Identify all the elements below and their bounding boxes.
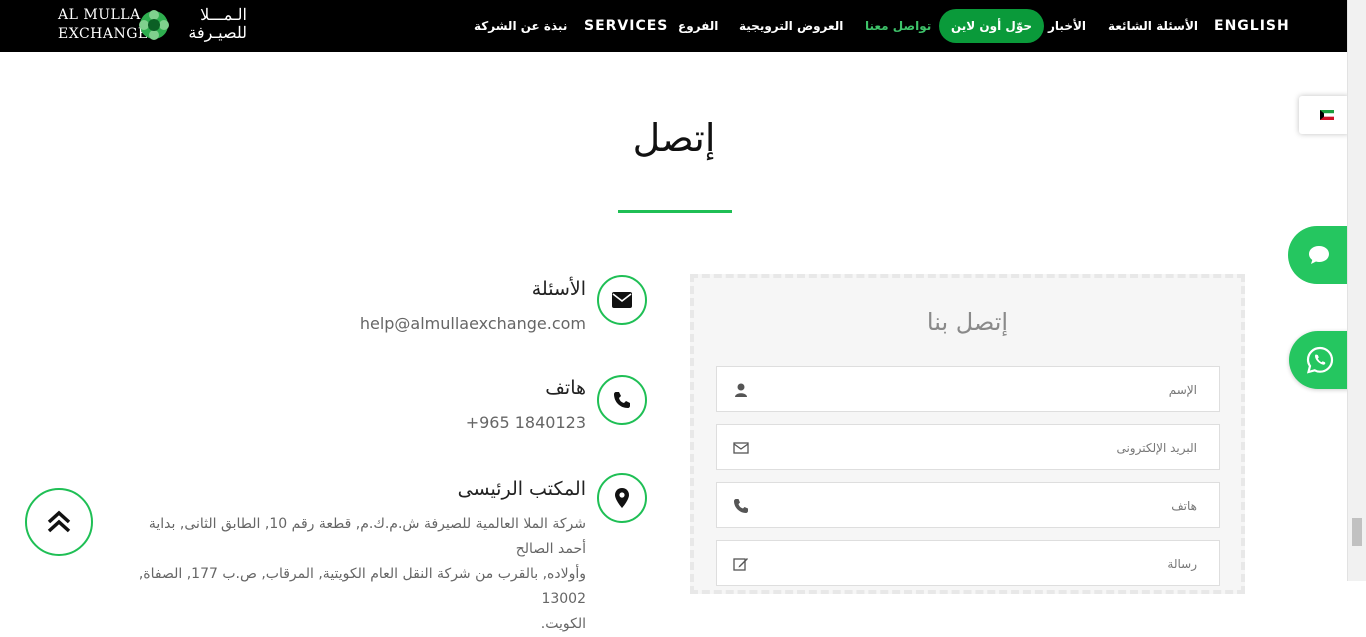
nav-about[interactable]: نبذة عن الشركة: [474, 9, 567, 43]
form-heading: إتصل بنا: [926, 308, 1009, 336]
office-info: المكتب الرئيسى شركة الملا العالمية للصير…: [136, 478, 586, 637]
nav-services[interactable]: SERVICES: [584, 9, 668, 43]
email-title: الأسئلة: [531, 278, 586, 300]
name-field[interactable]: الإسم: [716, 366, 1220, 412]
page-scrollbar[interactable]: [1347, 0, 1366, 581]
email-circle: [597, 275, 647, 325]
envelope-icon: [612, 292, 632, 308]
top-navbar: AL MULLA EXCHANGE الـمـــلا للصيـرفة نبذ…: [0, 0, 1348, 52]
nav-branches[interactable]: الفروع: [678, 9, 718, 43]
office-address: شركة الملا العالمية للصيرفة ش.م.ك.م, قطع…: [136, 512, 586, 637]
phone-title: هاتف: [545, 377, 586, 399]
phone-field[interactable]: هاتف: [716, 482, 1220, 528]
user-icon: [735, 383, 747, 397]
message-placeholder: رسالة: [1167, 557, 1197, 571]
map-marker-icon: [615, 488, 629, 508]
kuwait-flag-icon: [1320, 110, 1334, 120]
message-field[interactable]: رسالة: [716, 540, 1220, 586]
live-chat-button[interactable]: [1288, 226, 1350, 284]
language-flag-tab[interactable]: [1299, 96, 1349, 134]
back-to-top-button[interactable]: [25, 488, 93, 556]
main-nav: نبذة عن الشركة SERVICES الفروع العروض ال…: [0, 9, 1348, 43]
contact-form: إتصل بنا الإسم البريد الإلكترونى هاتف رس…: [690, 274, 1245, 594]
phone-circle: [597, 375, 647, 425]
whatsapp-button[interactable]: [1289, 331, 1350, 389]
nav-language-english[interactable]: ENGLISH: [1214, 9, 1290, 43]
nav-faq[interactable]: الأسئلة الشائعة: [1108, 9, 1198, 43]
scrollbar-thumb[interactable]: [1352, 518, 1362, 546]
office-circle: [597, 473, 647, 523]
title-divider: [618, 210, 732, 213]
email-value[interactable]: help@almullaexchange.com: [326, 314, 586, 333]
phone-small-icon: [734, 499, 748, 513]
envelope-outline-icon: [733, 442, 749, 454]
page-title: إتصل: [632, 116, 716, 160]
double-chevron-up-icon: [47, 510, 71, 533]
phone-value[interactable]: +965 1840123: [326, 413, 586, 432]
nav-promotions[interactable]: العروض الترويجية: [739, 9, 843, 43]
edit-icon: [733, 558, 748, 571]
email-info: الأسئلة help@almullaexchange.com: [326, 278, 586, 333]
office-address-line-2: وأولاده, بالقرب من شركة النقل العام الكو…: [138, 566, 586, 607]
email-placeholder: البريد الإلكترونى: [1116, 441, 1197, 455]
nav-transfer-online-button[interactable]: حوّل أون لاين: [939, 9, 1044, 43]
whatsapp-icon: [1306, 346, 1333, 374]
office-address-line-1: شركة الملا العالمية للصيرفة ش.م.ك.م, قطع…: [148, 516, 586, 557]
office-address-line-3: الكويت.: [540, 616, 586, 632]
chat-bubble-icon: [1309, 246, 1329, 264]
nav-contact-us[interactable]: تواصل معنا: [865, 9, 931, 43]
phone-placeholder: هاتف: [1171, 499, 1197, 513]
name-placeholder: الإسم: [1168, 383, 1197, 397]
nav-news[interactable]: الأخبار: [1048, 9, 1086, 43]
email-field[interactable]: البريد الإلكترونى: [716, 424, 1220, 470]
phone-info: هاتف +965 1840123: [326, 377, 586, 432]
office-title: المكتب الرئيسى: [457, 478, 586, 500]
phone-icon: [614, 392, 630, 408]
